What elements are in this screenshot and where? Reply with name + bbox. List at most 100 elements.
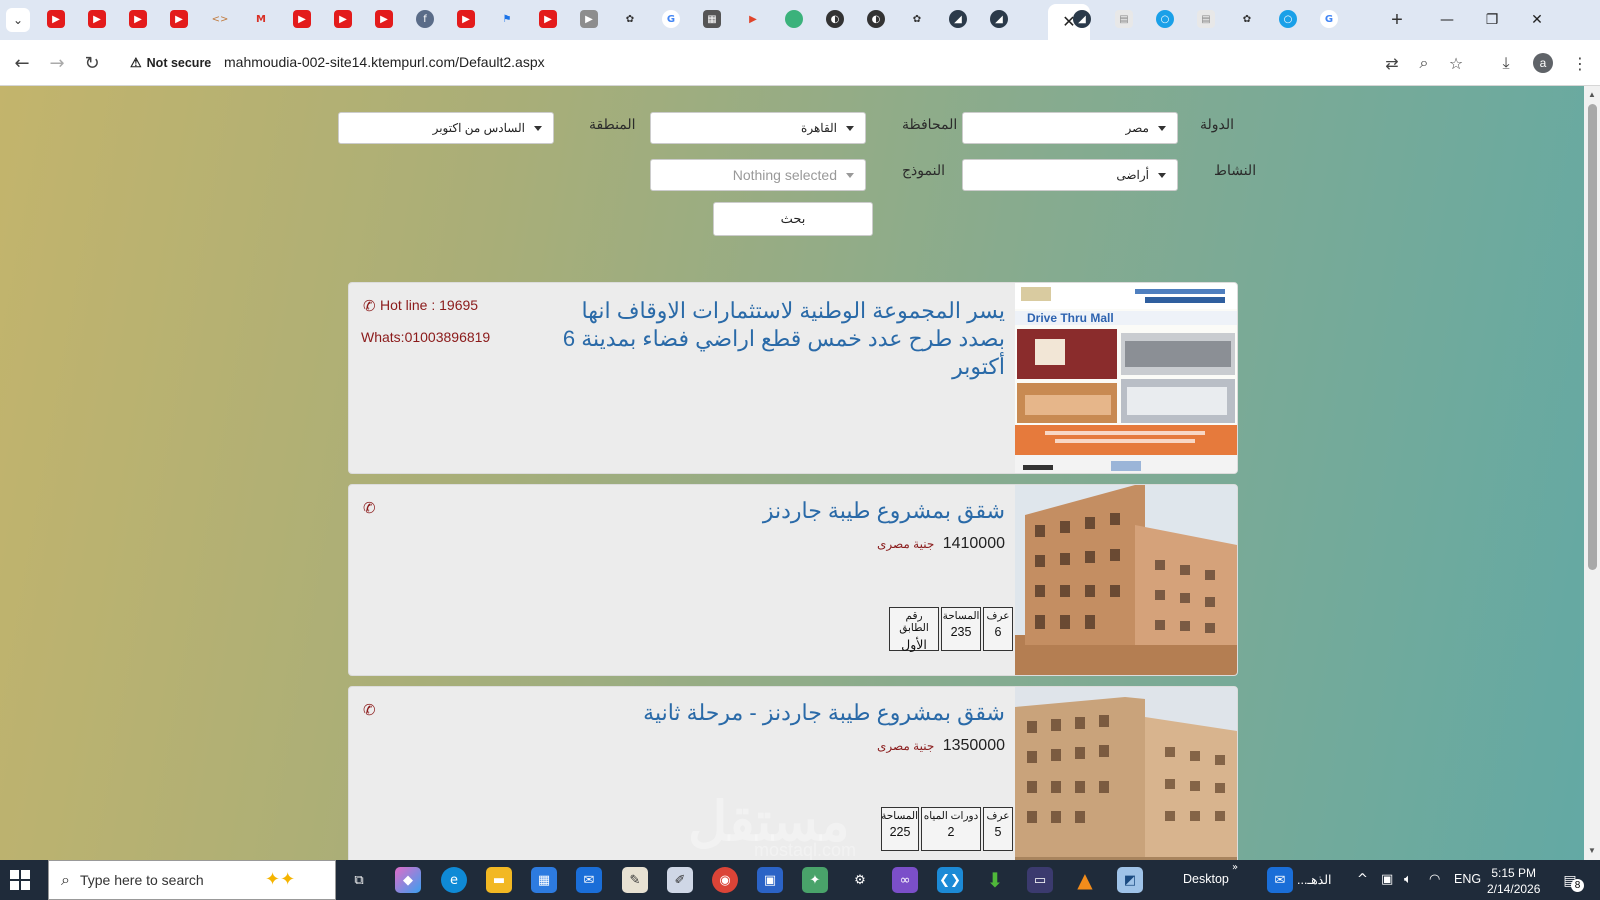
document-tab-icon[interactable]: ▤ — [1197, 10, 1215, 28]
edge-icon[interactable]: e — [441, 867, 467, 893]
tab-search-menu-icon[interactable]: ⌄ — [6, 8, 30, 32]
desktop-toolbar-label[interactable]: Desktop — [1183, 872, 1229, 886]
chatgpt-tab-icon[interactable]: ✿ — [908, 10, 926, 28]
spec-key: المساحة — [942, 610, 980, 622]
forward-arrow-icon[interactable]: → — [45, 51, 69, 75]
settings-gear-icon[interactable]: ⚙ — [847, 867, 873, 893]
circle-blue-tab-icon[interactable]: ○ — [1279, 10, 1297, 28]
video-tab-icon[interactable]: ▶ — [580, 10, 598, 28]
youtube-tab-icon[interactable]: ▶ — [457, 10, 475, 28]
activity-select[interactable]: أراضى — [962, 159, 1178, 191]
listing-image[interactable] — [1015, 687, 1237, 860]
vlc-cone-icon[interactable]: ▲ — [1072, 867, 1098, 893]
visual-studio-icon[interactable]: ∞ — [892, 867, 918, 893]
task-view-icon[interactable]: ⧉ — [346, 867, 372, 893]
model-select[interactable]: Nothing selected — [650, 159, 866, 191]
chrome-icon[interactable]: ◉ — [712, 867, 738, 893]
arc-tab-icon[interactable]: ◢ — [949, 10, 967, 28]
listing-image[interactable]: Drive Thru Mall — [1015, 283, 1237, 473]
security-chip[interactable]: ⚠ Not secure — [124, 50, 220, 76]
new-tab-button[interactable]: + — [1385, 8, 1409, 32]
restore-button[interactable]: ❐ — [1469, 6, 1515, 34]
listing-title[interactable]: شقق بمشروع طيبة جاردنز — [763, 497, 1005, 525]
chatgpt-tab-icon[interactable]: ✿ — [621, 10, 639, 28]
taskbar-search-box[interactable]: ⌕ Type here to search ✦✦ — [48, 860, 336, 900]
volume-icon[interactable]: 🔈︎ — [1404, 872, 1412, 887]
listing-card[interactable]: ✆ شقق بمشروع طيبة جاردنز 1410000 جنية مص… — [348, 484, 1238, 676]
windows-start-icon[interactable] — [10, 870, 30, 890]
code-tab-icon[interactable]: <> — [211, 10, 229, 28]
youtube-tab-icon[interactable]: ▶ — [334, 10, 352, 28]
chevron-expand-icon[interactable]: » — [1232, 862, 1238, 873]
translate-icon[interactable]: ⇄ — [1380, 51, 1404, 75]
gmail-tab-icon[interactable]: M — [252, 10, 270, 28]
arc-tab-icon[interactable]: ◢ — [1073, 10, 1091, 28]
youtube-tab-icon[interactable]: ▶ — [293, 10, 311, 28]
listing-image[interactable] — [1015, 485, 1237, 675]
document-tab-icon[interactable]: ▤ — [1115, 10, 1133, 28]
tray-chevron-up-icon[interactable]: ^ — [1357, 872, 1368, 887]
paint-icon[interactable]: ✎ — [622, 867, 648, 893]
minimize-button[interactable]: — — [1424, 6, 1470, 34]
scroll-up-arrow-icon[interactable]: ▲ — [1588, 90, 1596, 99]
flag-tab-icon[interactable]: ⚑ — [498, 10, 516, 28]
youtube-tab-icon[interactable]: ▶ — [170, 10, 188, 28]
facebook-tab-icon[interactable]: f — [416, 10, 434, 28]
paint-brush-icon[interactable]: ✐ — [667, 867, 693, 893]
wifi-icon[interactable]: ◠ — [1429, 872, 1440, 887]
circle-tab-icon[interactable] — [785, 10, 803, 28]
price-value: 1350000 — [942, 737, 1005, 754]
scroll-down-arrow-icon[interactable]: ▼ — [1588, 846, 1596, 855]
youtube-tab-icon[interactable]: ▶ — [375, 10, 393, 28]
google-tab-icon[interactable]: G — [662, 10, 680, 28]
play-tab-icon[interactable]: ▶ — [744, 10, 762, 28]
microsoft-store-icon[interactable]: ▦ — [531, 867, 557, 893]
chatgpt-tab-icon[interactable]: ✿ — [1238, 10, 1256, 28]
taskbar-clock[interactable]: 5:15 PM 2/14/2026 — [1487, 865, 1540, 897]
youtube-tab-icon[interactable]: ▶ — [129, 10, 147, 28]
arc-tab-icon[interactable]: ◢ — [990, 10, 1008, 28]
menu-dots-icon[interactable]: ⋮ — [1568, 51, 1592, 75]
image-viewer-icon[interactable]: ▣ — [757, 867, 783, 893]
notepad-icon[interactable]: ◩ — [1117, 867, 1143, 893]
back-arrow-icon[interactable]: ← — [10, 51, 34, 75]
app-icon[interactable]: ✦ — [802, 867, 828, 893]
circle-blue-tab-icon[interactable]: ○ — [1156, 10, 1174, 28]
grid-tab-icon[interactable]: ▦ — [703, 10, 721, 28]
listing-title[interactable]: يسر المجموعة الوطنية لاستثمارات الاوقاف … — [535, 297, 1005, 381]
region-value: السادس من اكتوبر — [432, 121, 525, 135]
language-indicator[interactable]: ENG — [1454, 872, 1481, 886]
country-select[interactable]: مصر — [962, 112, 1178, 144]
download-icon[interactable]: ⤓ — [1494, 51, 1518, 75]
edge-tab-icon[interactable]: ◐ — [867, 10, 885, 28]
window-close-button[interactable]: ✕ — [1514, 6, 1560, 34]
search-button[interactable]: بحث — [713, 202, 873, 236]
youtube-tab-icon[interactable]: ▶ — [539, 10, 557, 28]
download-arrow-icon[interactable]: ⬇ — [982, 867, 1008, 893]
governorate-select[interactable]: القاهرة — [650, 112, 866, 144]
zoom-icon[interactable]: ⌕ — [1412, 51, 1436, 75]
bookmark-star-icon[interactable]: ☆ — [1444, 51, 1468, 75]
chevron-down-icon — [1158, 126, 1166, 131]
profile-avatar[interactable]: a — [1533, 53, 1553, 73]
youtube-tab-icon[interactable]: ▶ — [47, 10, 65, 28]
scrollbar-thumb[interactable] — [1588, 104, 1597, 570]
vscode-icon[interactable]: ❮❯ — [937, 867, 963, 893]
youtube-tab-icon[interactable]: ▶ — [88, 10, 106, 28]
google-tab-icon[interactable]: G — [1320, 10, 1338, 28]
file-explorer-icon[interactable]: ▬ — [486, 867, 512, 893]
region-select[interactable]: السادس من اكتوبر — [338, 112, 554, 144]
listing-card[interactable]: ✆ Hot line : 19695 Whats:01003896819 يسر… — [348, 282, 1238, 474]
copilot-icon[interactable]: ◆ — [395, 867, 421, 893]
listing-title[interactable]: شقق بمشروع طيبة جاردنز - مرحلة ثانية — [643, 699, 1005, 727]
outlook-icon[interactable]: ✉ — [1267, 867, 1293, 893]
url-text[interactable]: mahmoudia-002-site14.ktempurl.com/Defaul… — [224, 54, 545, 70]
edge-tab-icon[interactable]: ◐ — [826, 10, 844, 28]
reload-icon[interactable]: ↻ — [80, 51, 104, 75]
outlook-window-label[interactable]: الذهـ... — [1297, 872, 1332, 887]
chevron-down-icon — [846, 126, 854, 131]
terminal-icon[interactable]: ▭ — [1027, 867, 1053, 893]
model-label: النموذج — [902, 162, 945, 178]
tray-device-icon[interactable]: ▣ — [1381, 872, 1393, 887]
outlook-icon[interactable]: ✉ — [576, 867, 602, 893]
